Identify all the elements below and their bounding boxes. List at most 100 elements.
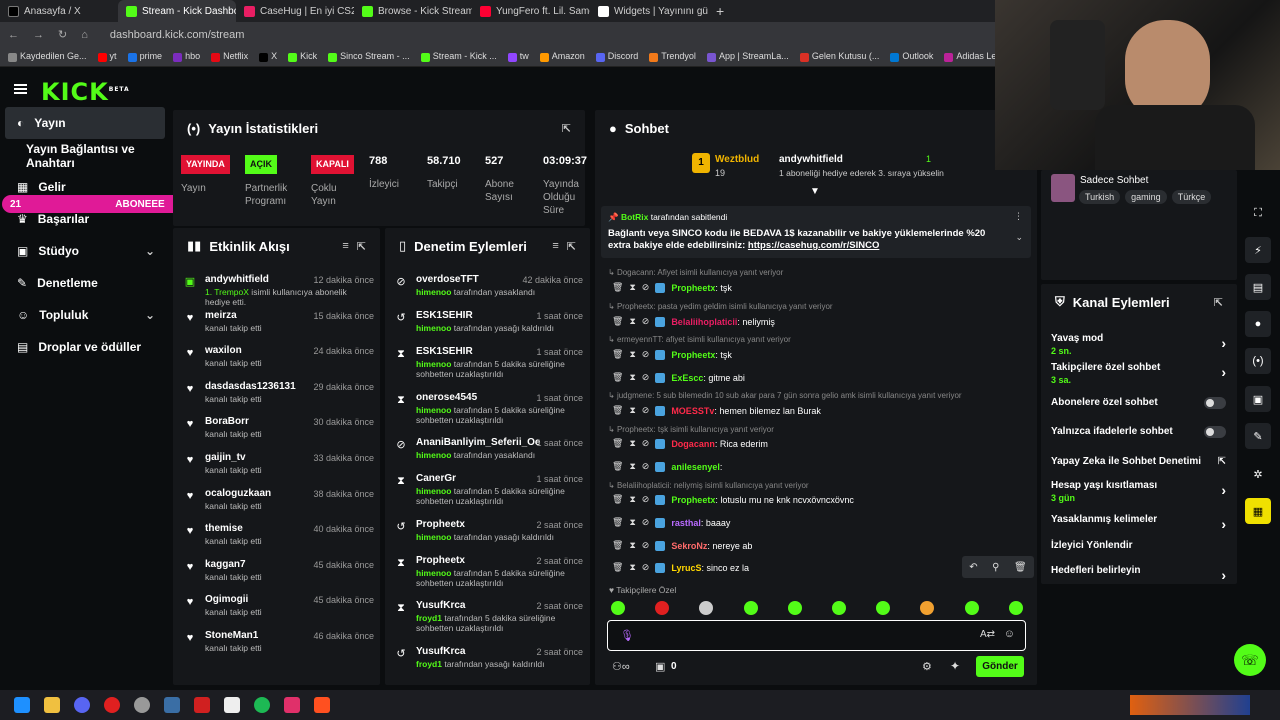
bookmark-item[interactable]: Kaydedilen Ge... <box>8 51 87 62</box>
bookmark-item[interactable]: hbo <box>173 51 200 62</box>
app-icon[interactable] <box>284 697 300 713</box>
moderated-user[interactable]: YusufKrca <box>416 600 465 611</box>
settings-icon[interactable]: ⚙ <box>922 660 932 673</box>
activity-user[interactable]: meirza <box>205 310 237 321</box>
new-tab-button[interactable]: + <box>708 3 724 19</box>
bookmark-item[interactable]: Stream - Kick ... <box>420 51 497 62</box>
bookmark-item[interactable]: Trendyol <box>649 51 696 62</box>
timeout-icon[interactable]: ⧗ <box>629 540 635 551</box>
popout-icon[interactable]: ⇱ <box>1214 296 1223 309</box>
menu-icon[interactable] <box>14 84 27 94</box>
nav-studyo[interactable]: ▣ Stüdyo ⌄ <box>5 235 165 267</box>
spotify-icon[interactable] <box>254 697 270 713</box>
brave-icon[interactable] <box>314 697 330 713</box>
pinned-link[interactable]: https://casehug.com/r/SINCO <box>748 240 879 251</box>
wrench-icon[interactable]: ✎ <box>1245 423 1271 449</box>
home-icon[interactable]: ⌂ <box>81 29 88 41</box>
bookmark-item[interactable]: Outlook <box>890 51 933 62</box>
activity-user[interactable]: BoraBorr <box>205 416 249 427</box>
popout-icon[interactable]: ⇱ <box>562 122 571 135</box>
timeout-icon[interactable]: ⧗ <box>629 282 635 293</box>
emote-icon[interactable] <box>611 601 625 615</box>
activity-user[interactable]: Ogimogii <box>205 594 248 605</box>
explorer-icon[interactable] <box>44 697 60 713</box>
channel-action-item[interactable]: Yasaklanmış kelimeler › <box>1051 514 1226 532</box>
delete-icon[interactable]: 🗑 <box>612 372 623 383</box>
delete-icon[interactable]: 🗑 <box>612 562 623 573</box>
channel-action-item[interactable]: Takipçilere özel sohbet 3 sa. › <box>1051 362 1226 385</box>
community-icon[interactable]: ✲ <box>1245 461 1271 487</box>
notes-icon[interactable]: ▤ <box>1245 274 1271 300</box>
chat-username[interactable]: Propheetx <box>671 350 715 360</box>
channel-action-item[interactable]: Hesap yaşı kısıtlaması 3 gün › <box>1051 480 1226 503</box>
bookmark-item[interactable]: Netflix <box>211 51 248 62</box>
kick-logo[interactable]: KICKBETA <box>41 78 130 106</box>
bookmark-item[interactable]: X <box>259 51 277 62</box>
browser-tab[interactable]: Anasayfa / X <box>0 0 118 22</box>
bookmark-item[interactable]: tw <box>507 51 529 62</box>
microphone-icon[interactable]: 🎙 <box>620 629 634 642</box>
delete-icon[interactable]: 🗑 <box>612 517 623 528</box>
chat-username[interactable]: LyrucS <box>671 563 701 573</box>
bookmark-item[interactable]: Sinco Stream - ... <box>328 51 410 62</box>
obs-icon[interactable] <box>134 697 150 713</box>
ban-icon[interactable]: ⊘ <box>642 349 650 360</box>
more-icon[interactable]: ⋮ <box>1014 211 1023 222</box>
activity-user[interactable]: waxilon <box>205 345 242 356</box>
timeout-icon[interactable]: ⧗ <box>629 372 635 383</box>
moderated-user[interactable]: ESK1SEHIR <box>416 346 473 357</box>
chat-username[interactable]: anilesenyel <box>671 462 720 472</box>
activity-user[interactable]: kaggan7 <box>205 559 246 570</box>
broadcast-icon[interactable]: (•) <box>1245 348 1271 374</box>
moderated-user[interactable]: Propheetx <box>416 519 465 530</box>
fullscreen-icon[interactable]: ⛶ <box>1245 200 1271 226</box>
chat-username[interactable]: Belaliihoplaticii <box>671 317 737 327</box>
chat-input[interactable]: 🎙 A⇄ ☺ <box>607 620 1026 651</box>
browser-tab[interactable]: Browse - Kick Streaming <box>354 0 472 22</box>
windows-icon[interactable] <box>14 697 30 713</box>
moderated-user[interactable]: YusufKrca <box>416 646 465 657</box>
ban-icon[interactable]: ⊘ <box>642 405 650 416</box>
moderated-user[interactable]: onerose4545 <box>416 392 477 403</box>
activity-user[interactable]: StoneMan1 <box>205 630 258 641</box>
timeout-icon[interactable]: ⧗ <box>629 461 635 472</box>
timeout-icon[interactable]: ⧗ <box>629 316 635 327</box>
ban-icon[interactable]: ⊘ <box>642 540 650 551</box>
tag-chip[interactable]: Türkçe <box>1171 190 1212 204</box>
ban-icon[interactable]: ⊘ <box>642 372 650 383</box>
bookmark-item[interactable]: yt <box>97 51 117 62</box>
bookmark-item[interactable]: Discord <box>595 51 638 62</box>
delete-icon[interactable]: 🗑 <box>612 405 623 416</box>
gift-box-icon[interactable]: ▦ <box>1245 498 1271 524</box>
emote-icon[interactable] <box>832 601 846 615</box>
reply-icon[interactable]: ↶ <box>969 562 977 573</box>
ban-icon[interactable]: ⊘ <box>642 517 650 528</box>
bot-icon[interactable]: ✦ <box>950 659 960 673</box>
nav-denetleme[interactable]: ✎ Denetleme <box>5 267 165 299</box>
activity-user[interactable]: gaijin_tv <box>205 452 246 463</box>
chat-username[interactable]: ExEscc <box>671 373 703 383</box>
emote-icon[interactable] <box>743 601 758 615</box>
activity-user[interactable]: themise <box>205 523 243 534</box>
chat-username[interactable]: MOESSTv <box>671 406 714 416</box>
moderated-user[interactable]: Propheetx <box>416 555 465 566</box>
support-icon[interactable]: ☏ <box>1234 644 1266 676</box>
ban-icon[interactable]: ⊘ <box>642 461 650 472</box>
nav-yayin[interactable]: ◐ Yayın <box>5 107 165 139</box>
delete-icon[interactable]: 🗑 <box>612 540 623 551</box>
timeout-icon[interactable]: ⧗ <box>629 405 635 416</box>
chat-username[interactable]: Propheetx <box>671 495 715 505</box>
popout-icon[interactable]: ⇱ <box>567 240 576 253</box>
forward-icon[interactable]: → <box>33 29 44 41</box>
users-icon[interactable]: ⚇∞ <box>612 660 630 673</box>
emote-icon[interactable] <box>787 601 802 615</box>
channel-action-item[interactable]: Yavaş mod 2 sn. › <box>1051 333 1226 356</box>
delete-icon[interactable]: 🗑 <box>612 282 623 293</box>
ban-icon[interactable]: ⊘ <box>642 282 650 293</box>
timeout-icon[interactable]: ⧗ <box>629 517 635 528</box>
ban-icon[interactable]: ⊘ <box>642 562 650 573</box>
toggle-switch[interactable] <box>1204 426 1226 438</box>
emoji-icon[interactable]: ☺ <box>1004 628 1015 640</box>
timeout-icon[interactable]: ⧗ <box>629 562 635 573</box>
app-icon[interactable] <box>194 697 210 713</box>
